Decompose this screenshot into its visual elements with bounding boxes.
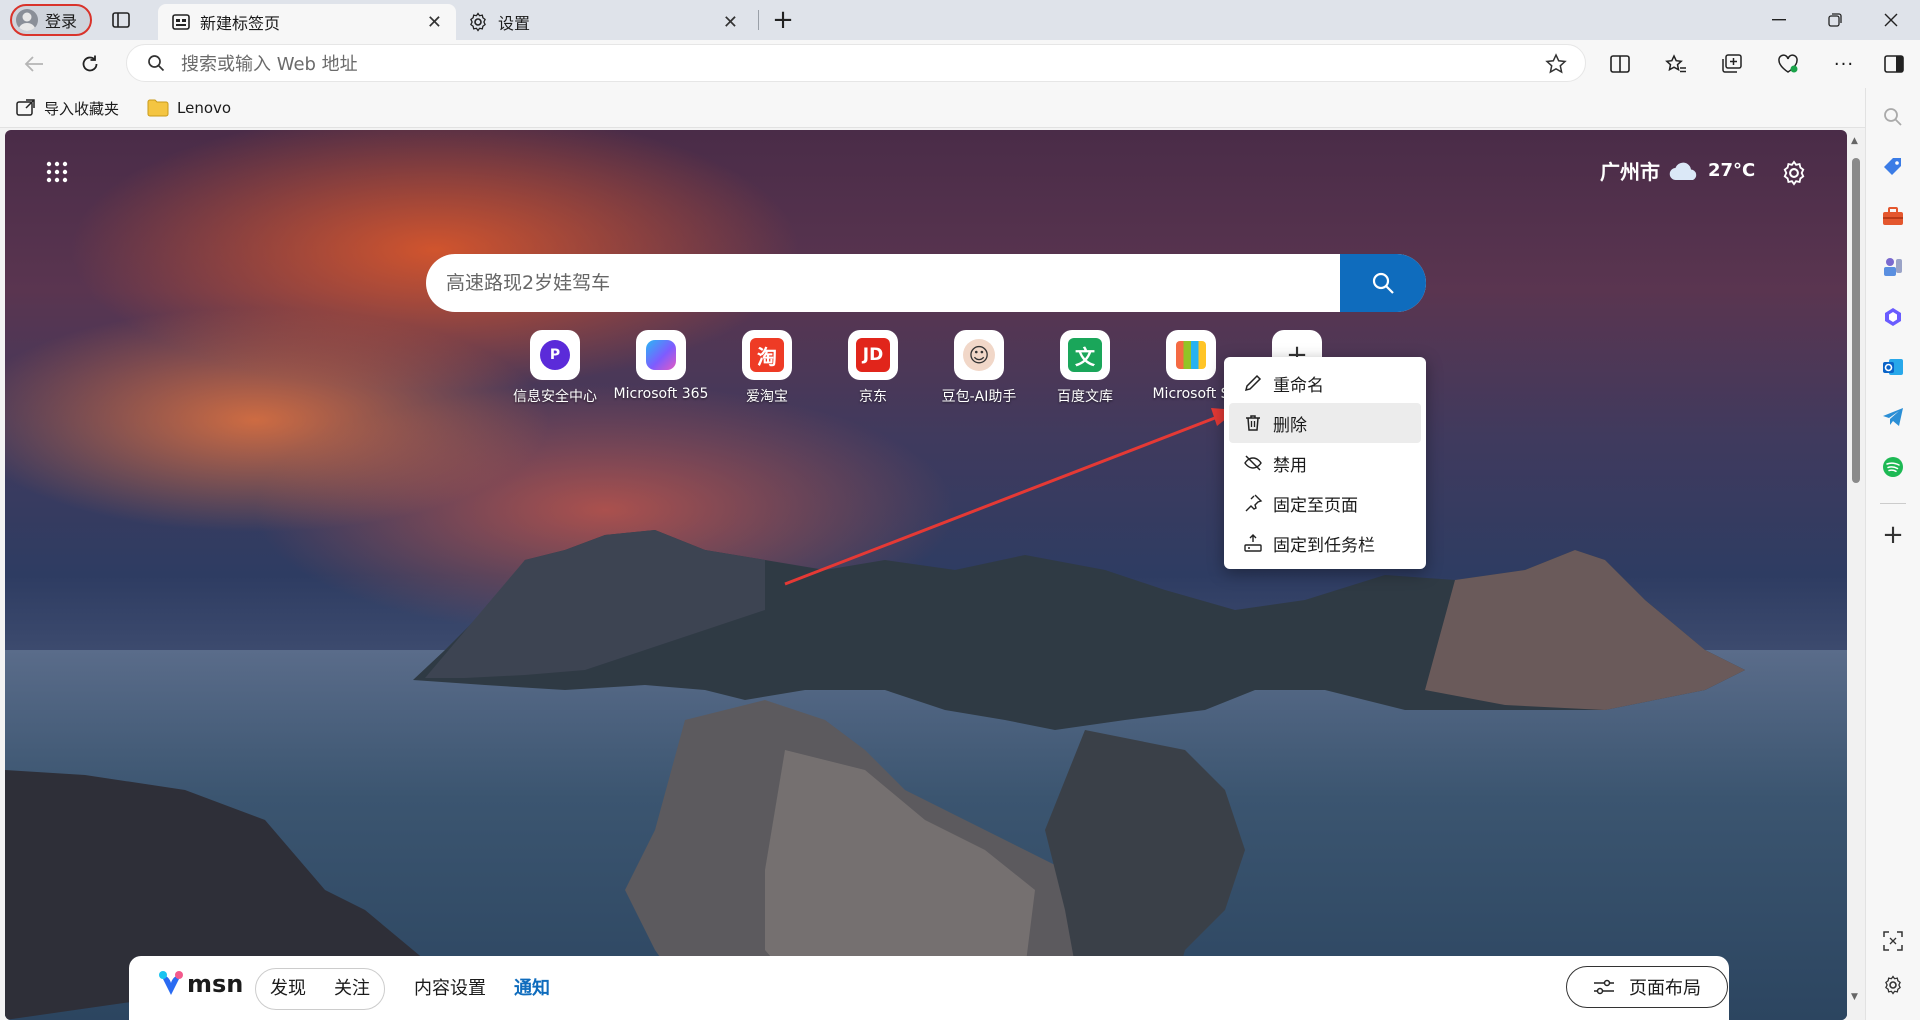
- close-window-button[interactable]: [1863, 0, 1919, 40]
- search-icon: [147, 54, 165, 72]
- profile-label: 登录: [45, 12, 78, 31]
- tab-actions-icon[interactable]: [108, 8, 134, 32]
- new-tab-page-icon: [172, 14, 190, 30]
- sidebar-settings-gear-icon[interactable]: [1876, 968, 1910, 1002]
- scroll-down-arrow-icon[interactable]: ▼: [1851, 992, 1858, 1002]
- msn-butterfly-icon: [159, 971, 183, 995]
- msn-feed-bar: msn 发现 关注 内容设置 通知 页面布局: [129, 956, 1729, 1020]
- gear-icon: [468, 12, 488, 32]
- games-icon[interactable]: [1876, 250, 1910, 284]
- notifications-link[interactable]: 通知: [514, 968, 550, 1010]
- menu-item-label: 固定至页面: [1273, 495, 1358, 516]
- favorite-star-icon[interactable]: [1545, 53, 1567, 75]
- scrollbar-thumb[interactable]: [1852, 158, 1860, 483]
- bookmark-import-favorites[interactable]: 导入收藏夹: [16, 88, 119, 128]
- menu-item-label: 删除: [1273, 415, 1307, 436]
- tile-context-menu: 重命名 删除 禁用 固定至页面 固定到任务栏: [1224, 357, 1426, 569]
- folder-icon: [147, 99, 169, 117]
- edge-sidebar: +: [1865, 88, 1920, 1020]
- content-settings-link[interactable]: 内容设置: [414, 968, 486, 1010]
- bookmark-lenovo[interactable]: Lenovo: [147, 88, 231, 128]
- tab-discover[interactable]: 发现: [270, 969, 306, 1009]
- tab-following[interactable]: 关注: [334, 969, 370, 1009]
- page-layout-label: 页面布局: [1629, 978, 1701, 999]
- bookmark-label: Lenovo: [177, 99, 232, 117]
- menu-item-delete[interactable]: 删除: [1229, 403, 1421, 443]
- msn-logo[interactable]: msn: [157, 970, 243, 998]
- outlook-icon[interactable]: [1876, 350, 1910, 384]
- annotation-arrow: [784, 408, 1237, 586]
- favorites-icon[interactable]: [1658, 46, 1694, 82]
- menu-item-pin-to-page[interactable]: 固定至页面: [1229, 483, 1421, 523]
- menu-item-label: 重命名: [1273, 375, 1324, 396]
- bookmarks-bar: 导入收藏夹 Lenovo: [0, 88, 1920, 128]
- telegram-send-icon[interactable]: [1876, 400, 1910, 434]
- split-screen-icon[interactable]: [1602, 46, 1638, 82]
- menu-item-disable[interactable]: 禁用: [1229, 443, 1421, 483]
- page-scrollbar[interactable]: ▲ ▼: [1847, 130, 1865, 1020]
- new-tab-page: 广州市 27°C 高速路现2岁娃驾车 P 信息安全中心 Microsoft 36…: [5, 130, 1847, 1020]
- title-bar: 登录 新建标签页 ✕ 设置 ✕ +: [0, 0, 1920, 40]
- copilot-365-icon[interactable]: [1876, 300, 1910, 334]
- sidebar-divider: [1880, 503, 1906, 504]
- feed-tab-group: 发现 关注: [255, 968, 385, 1010]
- tab-label: 新建标签页: [200, 14, 281, 33]
- profile-button[interactable]: 登录: [10, 4, 92, 36]
- back-button[interactable]: [16, 46, 52, 82]
- pin-icon: [1243, 493, 1263, 513]
- close-tab-icon[interactable]: ✕: [723, 12, 738, 33]
- address-bar[interactable]: 搜索或输入 Web 地址: [126, 44, 1586, 82]
- screenshot-capture-icon[interactable]: [1876, 924, 1910, 958]
- menu-item-rename[interactable]: 重命名: [1229, 363, 1421, 403]
- taskbar-pin-icon: [1243, 533, 1263, 553]
- spotify-icon[interactable]: [1876, 450, 1910, 484]
- close-tab-icon[interactable]: ✕: [427, 12, 442, 33]
- tab-new-tab[interactable]: 新建标签页 ✕: [158, 4, 456, 40]
- import-icon: [16, 99, 36, 117]
- bookmark-label: 导入收藏夹: [44, 99, 120, 118]
- disable-icon: [1243, 453, 1263, 473]
- msn-logo-text: msn: [187, 970, 244, 998]
- collections-icon[interactable]: [1714, 46, 1750, 82]
- sidebar-toggle-icon[interactable]: [1876, 46, 1912, 82]
- minimize-button[interactable]: [1751, 0, 1807, 40]
- menu-item-label: 固定到任务栏: [1273, 535, 1375, 556]
- page-layout-button[interactable]: 页面布局: [1566, 966, 1728, 1008]
- shopping-tag-icon[interactable]: [1876, 150, 1910, 184]
- more-menu-icon[interactable]: ···: [1826, 46, 1862, 82]
- browser-essentials-icon[interactable]: [1770, 46, 1806, 82]
- tools-briefcase-icon[interactable]: [1876, 200, 1910, 234]
- restore-button[interactable]: [1807, 0, 1863, 40]
- sidebar-search-icon[interactable]: [1876, 100, 1910, 134]
- tab-divider: [758, 10, 759, 30]
- menu-item-label: 禁用: [1273, 455, 1307, 476]
- scroll-up-arrow-icon[interactable]: ▲: [1851, 136, 1858, 146]
- tab-settings[interactable]: 设置 ✕: [456, 4, 756, 40]
- profile-avatar-icon: [16, 9, 38, 31]
- pencil-icon: [1243, 373, 1263, 393]
- address-placeholder: 搜索或输入 Web 地址: [181, 54, 358, 75]
- new-tab-plus-icon[interactable]: +: [770, 5, 796, 35]
- tab-label: 设置: [498, 14, 531, 33]
- menu-item-pin-to-taskbar[interactable]: 固定到任务栏: [1229, 523, 1421, 563]
- trash-icon: [1243, 413, 1263, 433]
- navigation-bar: 搜索或输入 Web 地址 ···: [0, 40, 1920, 88]
- add-sidebar-app-plus-icon[interactable]: +: [1876, 518, 1910, 552]
- sliders-icon: [1593, 978, 1615, 996]
- refresh-button[interactable]: [72, 46, 108, 82]
